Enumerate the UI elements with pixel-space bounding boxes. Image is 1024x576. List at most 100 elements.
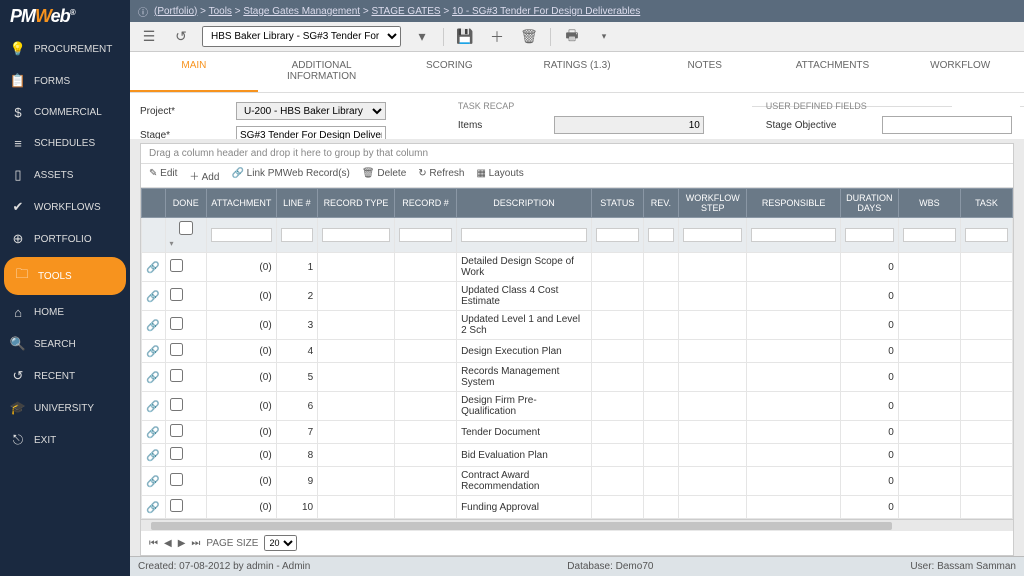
history-icon[interactable]: ↺ xyxy=(170,26,192,48)
grid-header[interactable]: WORKFLOW STEP xyxy=(678,189,746,218)
tab-ratings-[interactable]: RATINGS (1.3) xyxy=(513,52,641,92)
sidebar-item-commercial[interactable]: $COMMERCIAL xyxy=(0,97,130,128)
grid-filter-input[interactable] xyxy=(648,228,674,242)
row-done-checkbox[interactable] xyxy=(170,343,183,356)
row-done-checkbox[interactable] xyxy=(170,473,183,486)
link-icon[interactable]: 🔗 xyxy=(146,262,160,274)
row-done-checkbox[interactable] xyxy=(170,317,183,330)
sidebar-item-university[interactable]: 🎓UNIVERSITY xyxy=(0,392,130,424)
row-attachment[interactable]: (0) xyxy=(207,340,277,363)
table-row[interactable]: 🔗 (0) 10 Funding Approval 0 xyxy=(142,496,1013,519)
breadcrumb-link[interactable]: (Portfolio) xyxy=(154,6,197,17)
project-field[interactable]: U-200 - HBS Baker Library xyxy=(236,102,386,120)
info-icon[interactable]: ⓘ xyxy=(138,4,148,19)
grid-filter-input[interactable] xyxy=(751,228,835,242)
grid-filter-input[interactable] xyxy=(965,228,1008,242)
grid-header[interactable]: WBS xyxy=(898,189,960,218)
list-icon[interactable]: ☰ xyxy=(138,26,160,48)
row-done-checkbox[interactable] xyxy=(170,259,183,272)
grid-header[interactable]: RESPONSIBLE xyxy=(747,189,840,218)
grid-group-drop[interactable]: Drag a column header and drop it here to… xyxy=(141,144,1013,164)
delete-icon[interactable]: 🗑 xyxy=(518,26,540,48)
grid-header[interactable]: RECORD # xyxy=(394,189,456,218)
link-icon[interactable]: 🔗 xyxy=(146,401,160,413)
grid-header[interactable]: TASK xyxy=(961,189,1013,218)
pager-last-icon[interactable]: ⏭ xyxy=(191,538,200,549)
table-row[interactable]: 🔗 (0) 9 Contract Award Recommendation 0 xyxy=(142,467,1013,496)
table-row[interactable]: 🔗 (0) 4 Design Execution Plan 0 xyxy=(142,340,1013,363)
grid-header[interactable]: STATUS xyxy=(591,189,643,218)
stage-objective-field[interactable] xyxy=(882,116,1012,134)
table-row[interactable]: 🔗 (0) 8 Bid Evaluation Plan 0 xyxy=(142,444,1013,467)
row-attachment[interactable]: (0) xyxy=(207,392,277,421)
stage-field[interactable] xyxy=(236,126,386,139)
horizontal-scrollbar[interactable] xyxy=(141,519,1013,531)
tab-additional-information[interactable]: ADDITIONAL INFORMATION xyxy=(258,52,386,92)
grid-delete-button[interactable]: 🗑 Delete xyxy=(362,168,406,183)
tab-attachments[interactable]: ATTACHMENTS xyxy=(769,52,897,92)
tab-workflow[interactable]: WORKFLOW xyxy=(896,52,1024,92)
link-icon[interactable]: 🔗 xyxy=(146,427,160,439)
grid-filter-input[interactable] xyxy=(683,228,742,242)
sidebar-item-procurement[interactable]: 💡PROCUREMENT xyxy=(0,33,130,65)
grid-header[interactable] xyxy=(142,189,166,218)
grid-header[interactable]: DURATION DAYS xyxy=(840,189,898,218)
sidebar-item-search[interactable]: 🔍SEARCH xyxy=(0,328,130,360)
print-dropdown-icon[interactable]: ▾ xyxy=(593,26,615,48)
print-icon[interactable]: 🖶 xyxy=(561,26,583,48)
breadcrumb-link[interactable]: Tools xyxy=(209,6,232,17)
link-icon[interactable]: 🔗 xyxy=(146,502,160,514)
table-row[interactable]: 🔗 (0) 6 Design Firm Pre-Qualification 0 xyxy=(142,392,1013,421)
sidebar-item-home[interactable]: ⌂HOME xyxy=(0,297,130,328)
pager-first-icon[interactable]: ⏮ xyxy=(149,538,158,549)
sidebar-item-workflows[interactable]: ✔WORKFLOWS xyxy=(0,191,130,223)
row-attachment[interactable]: (0) xyxy=(207,253,277,282)
row-attachment[interactable]: (0) xyxy=(207,444,277,467)
sidebar-item-schedules[interactable]: ≡SCHEDULES xyxy=(0,128,130,159)
breadcrumb-link[interactable]: STAGE GATES xyxy=(372,6,441,17)
grid-layouts-button[interactable]: ▦ Layouts xyxy=(476,168,523,183)
table-row[interactable]: 🔗 (0) 1 Detailed Design Scope of Work 0 xyxy=(142,253,1013,282)
table-row[interactable]: 🔗 (0) 7 Tender Document 0 xyxy=(142,421,1013,444)
grid-header[interactable]: DESCRIPTION xyxy=(457,189,592,218)
row-attachment[interactable]: (0) xyxy=(207,467,277,496)
breadcrumb-link[interactable]: 10 - SG#3 Tender For Design Deliverables xyxy=(452,6,640,17)
row-attachment[interactable]: (0) xyxy=(207,282,277,311)
dropdown-icon[interactable]: ▾ xyxy=(411,26,433,48)
row-done-checkbox[interactable] xyxy=(170,369,183,382)
row-done-checkbox[interactable] xyxy=(170,288,183,301)
grid-header[interactable]: RECORD TYPE xyxy=(318,189,395,218)
grid-filter-input[interactable] xyxy=(211,228,272,242)
grid-filter-input[interactable] xyxy=(461,228,587,242)
link-icon[interactable]: 🔗 xyxy=(146,320,160,332)
add-icon[interactable]: ＋ xyxy=(486,26,508,48)
row-attachment[interactable]: (0) xyxy=(207,421,277,444)
row-done-checkbox[interactable] xyxy=(170,447,183,460)
grid-filter-input[interactable] xyxy=(399,228,452,242)
row-attachment[interactable]: (0) xyxy=(207,496,277,519)
grid-select-all[interactable] xyxy=(170,221,202,235)
row-done-checkbox[interactable] xyxy=(170,398,183,411)
row-attachment[interactable]: (0) xyxy=(207,363,277,392)
sidebar-item-exit[interactable]: ⎋EXIT xyxy=(0,424,130,456)
row-done-checkbox[interactable] xyxy=(170,499,183,512)
record-selector[interactable]: HBS Baker Library - SG#3 Tender For xyxy=(202,26,401,47)
sidebar-item-forms[interactable]: 📋FORMS xyxy=(0,65,130,97)
save-icon[interactable]: 💾 xyxy=(454,26,476,48)
grid-link-button[interactable]: 🔗 Link PMWeb Record(s) xyxy=(231,168,349,183)
grid-filter-input[interactable] xyxy=(281,228,313,242)
tab-main[interactable]: MAIN xyxy=(130,52,258,92)
sidebar-item-recent[interactable]: ↺RECENT xyxy=(0,360,130,392)
grid-add-button[interactable]: ＋ Add xyxy=(189,168,219,183)
grid-filter-input[interactable] xyxy=(322,228,390,242)
tab-notes[interactable]: NOTES xyxy=(641,52,769,92)
grid-header[interactable]: REV. xyxy=(643,189,678,218)
grid-header[interactable]: ATTACHMENT xyxy=(207,189,277,218)
link-icon[interactable]: 🔗 xyxy=(146,450,160,462)
pager-prev-icon[interactable]: ◀ xyxy=(164,538,172,549)
pager-next-icon[interactable]: ▶ xyxy=(178,538,186,549)
grid-filter-input[interactable] xyxy=(596,228,639,242)
grid-filter-input[interactable] xyxy=(903,228,956,242)
breadcrumb-link[interactable]: Stage Gates Management xyxy=(243,6,360,17)
grid-header[interactable]: LINE # xyxy=(276,189,317,218)
